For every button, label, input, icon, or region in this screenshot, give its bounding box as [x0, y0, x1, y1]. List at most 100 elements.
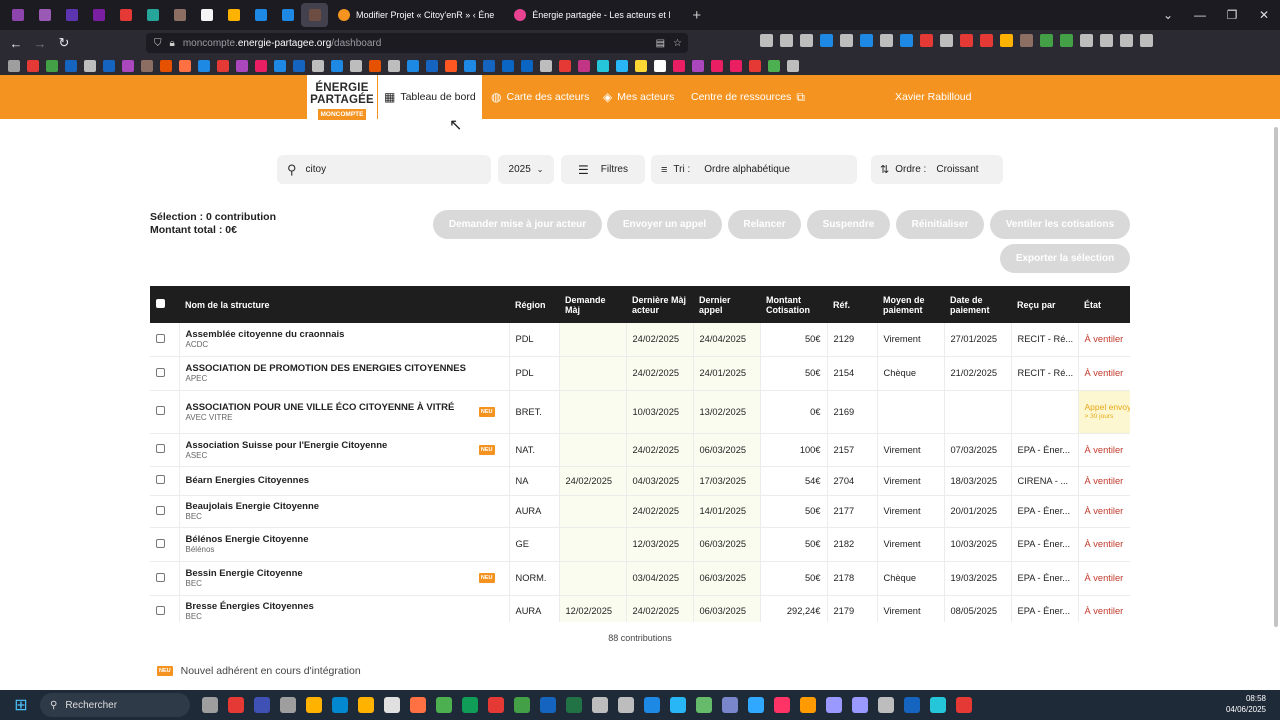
extension-icon[interactable]: [900, 34, 913, 47]
col-amount-header[interactable]: Montant Cotisation: [760, 286, 827, 323]
maximize-button[interactable]: ❐: [1216, 8, 1248, 22]
table-row[interactable]: Bélénos Energie Citoyenne Bélénos GE 12/03/…: [150, 527, 1130, 562]
url-bar[interactable]: ⛉ 🔒︎ moncompte.energie-partagee.org/dash…: [146, 33, 688, 53]
structure-cell[interactable]: Béarn Energies Citoyennes: [179, 466, 510, 496]
bookmark-icon[interactable]: [255, 59, 267, 72]
sort-select[interactable]: ≡ Tri : Ordre alphabétique: [651, 155, 857, 184]
taskbar-app-icon[interactable]: [722, 697, 738, 713]
extension-icon[interactable]: [940, 34, 953, 47]
row-checkbox[interactable]: [156, 538, 165, 548]
table-row[interactable]: ASSOCIATION POUR UNE VILLE ÉCO CITOYENNE…: [150, 390, 1130, 434]
user-menu[interactable]: Xavier Rabilloud: [895, 75, 971, 119]
bookmark-icon[interactable]: [654, 59, 666, 72]
pinned-tab[interactable]: [220, 3, 247, 27]
extension-icon[interactable]: [860, 34, 873, 47]
new-tab-button[interactable]: +: [680, 7, 713, 24]
select-all-checkbox[interactable]: [156, 299, 165, 308]
pinned-tab[interactable]: [4, 3, 31, 27]
taskbar-app-icon[interactable]: [644, 697, 660, 713]
reset-button[interactable]: Réinitialiser: [896, 210, 984, 239]
system-clock[interactable]: 08:58 04/06/2025: [1226, 693, 1266, 715]
suspend-button[interactable]: Suspendre: [807, 210, 890, 239]
back-icon[interactable]: ←: [4, 36, 28, 51]
taskbar-app-icon[interactable]: [956, 697, 972, 713]
col-name-header[interactable]: Nom de la structure: [179, 286, 509, 323]
row-checkbox[interactable]: [156, 444, 165, 453]
pinned-tab[interactable]: [274, 3, 301, 27]
structure-cell[interactable]: ASSOCIATION POUR UNE VILLE ÉCO CITOYENNE…: [179, 390, 510, 434]
page-scrollbar[interactable]: [1274, 127, 1278, 627]
extension-icon[interactable]: [980, 34, 993, 47]
col-state-header[interactable]: État: [1078, 286, 1130, 323]
taskbar-app-icon[interactable]: [254, 697, 270, 713]
structure-cell[interactable]: Bélénos Energie Citoyenne Bélénos: [179, 527, 510, 562]
bookmark-icon[interactable]: [103, 59, 115, 72]
bookmark-icon[interactable]: [787, 59, 799, 72]
pinned-tab[interactable]: [166, 3, 193, 27]
bookmark-icon[interactable]: [141, 59, 153, 72]
bookmark-icon[interactable]: [160, 59, 172, 72]
taskbar-app-icon[interactable]: [488, 697, 504, 713]
bookmark-icon[interactable]: [350, 59, 362, 72]
taskbar-search[interactable]: ⚲ Rechercher: [40, 693, 190, 717]
table-row[interactable]: Béarn Energies Citoyennes NA 24/02/2025 04/…: [150, 466, 1130, 496]
structure-cell[interactable]: Assemblée citoyenne du craonnais ACDC: [179, 323, 510, 357]
bookmark-icon[interactable]: [502, 59, 514, 72]
bookmark-icon[interactable]: [217, 59, 229, 72]
bookmark-icon[interactable]: [388, 59, 400, 72]
bookmark-icon[interactable]: [559, 59, 571, 72]
search-input[interactable]: [305, 164, 466, 175]
structure-cell[interactable]: Bresse Énergies Citoyennes BEC: [179, 595, 510, 622]
bookmark-icon[interactable]: [8, 59, 20, 72]
close-window-button[interactable]: ✕: [1248, 8, 1280, 22]
structure-cell[interactable]: Bessin Energie Citoyenne BEC NEU: [179, 561, 510, 596]
request-update-button[interactable]: Demander mise à jour acteur: [433, 210, 602, 239]
tab-list-button[interactable]: ⌄: [1152, 8, 1184, 22]
windows-start-icon[interactable]: ⊞: [6, 690, 36, 720]
nav-my-actors[interactable]: ◈ Mes acteurs: [603, 75, 674, 119]
year-select[interactable]: 2025 ⌄: [498, 155, 554, 184]
bookmark-icon[interactable]: [46, 59, 58, 72]
extension-icon[interactable]: [880, 34, 893, 47]
bookmark-icon[interactable]: [179, 59, 191, 72]
col-region-header[interactable]: Région: [509, 286, 559, 323]
extension-icon[interactable]: [1060, 34, 1073, 47]
taskbar-app-icon[interactable]: [670, 697, 686, 713]
bookmark-icon[interactable]: [236, 59, 248, 72]
col-request-header[interactable]: Demande Màj: [559, 286, 626, 323]
nav-dashboard[interactable]: ▦ Tableau de bord: [378, 75, 482, 119]
bookmark-icon[interactable]: [369, 59, 381, 72]
taskbar-app-icon[interactable]: [306, 697, 322, 713]
row-checkbox[interactable]: [156, 605, 165, 615]
bookmark-icon[interactable]: [464, 59, 476, 72]
col-received-header[interactable]: Reçu par: [1011, 286, 1078, 323]
bookmark-icon[interactable]: [730, 59, 742, 72]
forward-icon[interactable]: →: [28, 36, 52, 51]
pinned-tab[interactable]: [112, 3, 139, 27]
extension-icon[interactable]: [780, 34, 793, 47]
pinned-tab[interactable]: [58, 3, 85, 27]
taskbar-app-icon[interactable]: [618, 697, 634, 713]
bookmark-icon[interactable]: [768, 59, 780, 72]
bookmark-icon[interactable]: [483, 59, 495, 72]
row-checkbox[interactable]: [156, 475, 165, 484]
extension-icon[interactable]: [1040, 34, 1053, 47]
extension-icon[interactable]: [820, 34, 833, 47]
bookmark-star-icon[interactable]: ☆: [673, 38, 682, 49]
taskbar-app-icon[interactable]: [878, 697, 894, 713]
row-checkbox[interactable]: [156, 505, 165, 515]
bookmark-icon[interactable]: [312, 59, 324, 72]
taskbar-app-icon[interactable]: [384, 697, 400, 713]
order-select[interactable]: ⇅ Ordre : Croissant: [871, 155, 1003, 184]
taskbar-app-icon[interactable]: [566, 697, 582, 713]
bookmark-icon[interactable]: [521, 59, 533, 72]
extension-icon[interactable]: [760, 34, 773, 47]
bookmark-icon[interactable]: [445, 59, 457, 72]
reload-icon[interactable]: ↻: [52, 35, 76, 51]
taskbar-app-icon[interactable]: [774, 697, 790, 713]
browser-tab-energie-partagee[interactable]: Énergie partagée - Les acteurs et l: [504, 2, 680, 28]
send-call-button[interactable]: Envoyer un appel: [607, 210, 722, 239]
row-checkbox[interactable]: [156, 572, 165, 582]
taskbar-app-icon[interactable]: [228, 697, 244, 713]
taskbar-app-icon[interactable]: [358, 697, 374, 713]
